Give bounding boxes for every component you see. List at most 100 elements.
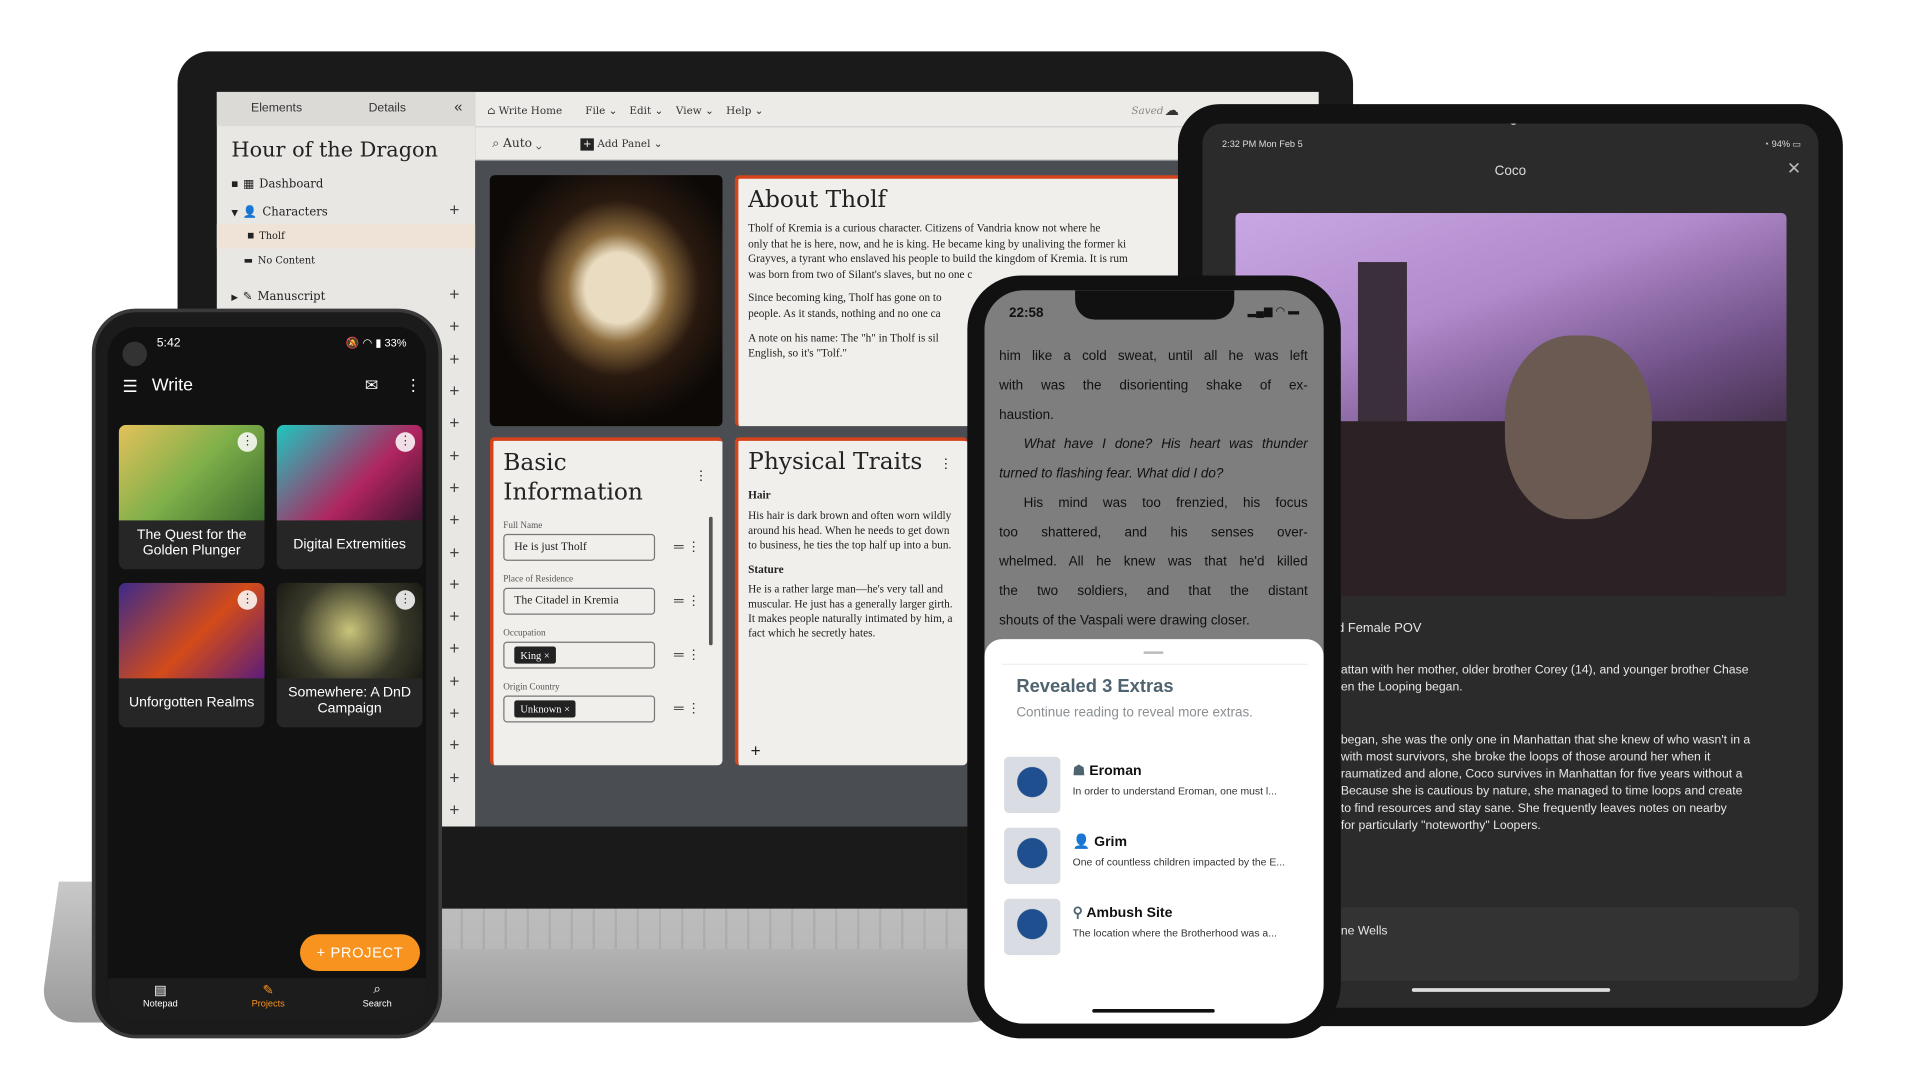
add-icon[interactable]: + (449, 349, 459, 369)
drag-handle-icon[interactable]: ═ ⋮ (674, 539, 700, 555)
reading-line: him like a cold sweat, until all he was … (999, 348, 1308, 364)
add-icon[interactable]: + (449, 478, 459, 498)
tablet-title: Coco (1494, 164, 1527, 179)
panel-menu-icon[interactable]: ⋮ (694, 468, 707, 484)
extra-name: Grim (1094, 835, 1127, 850)
menu-label: Edit (629, 105, 652, 118)
reading-line: with was the disorienting shake of ex- (999, 378, 1308, 394)
add-icon[interactable]: + (449, 200, 459, 220)
add-icon[interactable]: + (449, 638, 459, 658)
add-icon[interactable]: + (751, 741, 761, 761)
extra-item-ambush-site[interactable]: ⚲ Ambush Site The location where the Bro… (1004, 898, 1277, 956)
add-icon[interactable]: + (449, 574, 459, 594)
home-icon: ⌂ (487, 105, 496, 118)
project-card[interactable]: ⋮ Somewhere: A DnD Campaign (276, 582, 423, 728)
card-menu-icon[interactable]: ⋮ (395, 432, 416, 452)
menu-file[interactable]: File ⌄ (585, 105, 617, 117)
close-icon[interactable]: ✕ (1787, 158, 1801, 179)
add-icon[interactable]: + (449, 413, 459, 433)
sidebar-item-characters[interactable]: ▼ 👤 Characters (231, 206, 327, 219)
menu-help[interactable]: Help ⌄ (726, 105, 763, 117)
sidebar-item-no-content[interactable]: ▬ No Content (244, 255, 315, 266)
add-panel-button[interactable]: + Add Panel ⌄ (580, 138, 662, 151)
origin-chip[interactable]: Unknown × (514, 700, 577, 718)
menu-view[interactable]: View ⌄ (676, 105, 714, 117)
pencil-icon: ✎ (262, 983, 274, 998)
text-line: for particularly "noteworthy" Loopers. (1340, 819, 1541, 833)
battery-label: 33% (384, 336, 407, 349)
text-line: attan with her mother, older brother Cor… (1340, 663, 1749, 678)
mask-icon: ☗ (1072, 764, 1086, 779)
plus-square-icon: + (580, 138, 595, 151)
card-menu-icon[interactable]: ⋮ (237, 590, 258, 610)
extra-desc: One of countless children impacted by th… (1072, 855, 1285, 869)
add-icon[interactable]: + (449, 284, 459, 304)
residence-field[interactable]: The Citadel in Kremia ═ ⋮ (503, 587, 700, 615)
add-icon[interactable]: + (449, 671, 459, 691)
drag-handle-icon[interactable]: ═ ⋮ (674, 700, 700, 717)
add-icon[interactable]: + (449, 606, 459, 626)
menu-label: View (675, 105, 702, 118)
sheet-handle[interactable] (1143, 651, 1164, 654)
tablet-paragraph: attan with her mother, older brother Cor… (1341, 662, 1749, 696)
card-menu-icon[interactable]: ⋮ (237, 432, 258, 452)
sidebar-item-label: Manuscript (257, 290, 326, 304)
pencil-icon: ✎ (242, 290, 253, 304)
hamburger-menu-icon[interactable]: ☰ (122, 376, 137, 397)
drag-handle-icon[interactable]: ═ ⋮ (674, 593, 700, 609)
collapse-sidebar-icon[interactable]: « (454, 98, 462, 115)
section-text: His hair is dark brown and often worn wi… (748, 508, 952, 551)
nav-notepad[interactable]: ▤ Notepad (132, 982, 188, 1009)
add-icon[interactable]: + (449, 316, 459, 336)
zoom-select[interactable]: ⌕ Auto ⌄ (492, 137, 541, 150)
extra-thumbnail (1004, 827, 1061, 885)
chip-label: King (520, 648, 542, 662)
drag-handle-icon[interactable]: ═ ⋮ (674, 647, 700, 663)
more-vert-icon[interactable]: ⋮ (405, 376, 421, 396)
add-icon[interactable]: + (449, 703, 459, 723)
notepad-icon: ▤ (154, 983, 167, 998)
text-line: en the Looping began. (1340, 680, 1463, 695)
sidebar-item-tholf[interactable]: ■ Tholf (247, 230, 284, 241)
panel-menu-icon[interactable]: ⋮ (939, 456, 952, 472)
field-label: Occupation (503, 626, 546, 638)
add-icon[interactable]: + (449, 542, 459, 562)
origin-country-field[interactable]: Unknown × ═ ⋮ (503, 695, 700, 723)
add-project-button[interactable]: + PROJECT (300, 934, 421, 972)
project-card[interactable]: ⋮ Unforgotten Realms (118, 582, 265, 728)
project-card[interactable]: ⋮ The Quest for the Golden Plunger (118, 424, 265, 570)
tab-details[interactable]: Details (369, 102, 406, 115)
extra-item-eroman[interactable]: ☗ Eroman In order to understand Eroman, … (1004, 756, 1277, 814)
full-name-field[interactable]: He is just Tholf ═ ⋮ (503, 533, 700, 561)
occupation-chip[interactable]: King × (514, 646, 556, 664)
location-pin-icon: ⚲ (1072, 906, 1083, 921)
add-icon[interactable]: + (449, 735, 459, 755)
add-icon[interactable]: + (449, 800, 459, 820)
physical-traits-panel: Physical Traits ⋮ Hair His hair is dark … (734, 437, 968, 766)
nav-label: Projects (251, 997, 285, 1009)
scrollbar[interactable] (708, 516, 713, 646)
nav-search[interactable]: ⌕ Search (349, 982, 405, 1009)
tab-elements[interactable]: Elements (251, 102, 302, 115)
card-menu-icon[interactable]: ⋮ (395, 590, 416, 610)
extra-desc: In order to understand Eroman, one must … (1072, 784, 1277, 798)
project-title: Unforgotten Realms (129, 695, 255, 711)
write-home-link[interactable]: ⌂ Write Home (487, 105, 562, 117)
android-screen: 5:42 🔕 ◠ ▮ 33% ☰ Write ✉ ⋮ ⋮ The Quest fo… (107, 326, 427, 1021)
add-icon[interactable]: + (449, 509, 459, 529)
add-icon[interactable]: + (449, 768, 459, 788)
status-icons: 🔕 ◠ ▮ 33% (345, 336, 407, 349)
sidebar-item-dashboard[interactable]: ■ ▦ Dashboard (231, 178, 323, 191)
menu-edit[interactable]: Edit ⌄ (629, 105, 663, 117)
mail-icon[interactable]: ✉ (365, 376, 378, 396)
nav-projects[interactable]: ✎ Projects (240, 982, 296, 1009)
add-icon[interactable]: + (449, 381, 459, 401)
occupation-field[interactable]: King × ═ ⋮ (503, 641, 700, 669)
add-icon[interactable]: + (449, 446, 459, 466)
iphone: 22:58 ▂▄▆ ◠ ▬ him like a cold sweat, unt… (967, 275, 1341, 1039)
sidebar-item-manuscript[interactable]: ▶ ✎ Manuscript (231, 290, 325, 303)
project-title: Digital Extremities (293, 537, 406, 553)
page-icon: ■ (247, 231, 255, 241)
extra-item-grim[interactable]: 👤 Grim One of countless children impacte… (1004, 827, 1285, 885)
project-card[interactable]: ⋮ Digital Extremities (276, 424, 423, 570)
